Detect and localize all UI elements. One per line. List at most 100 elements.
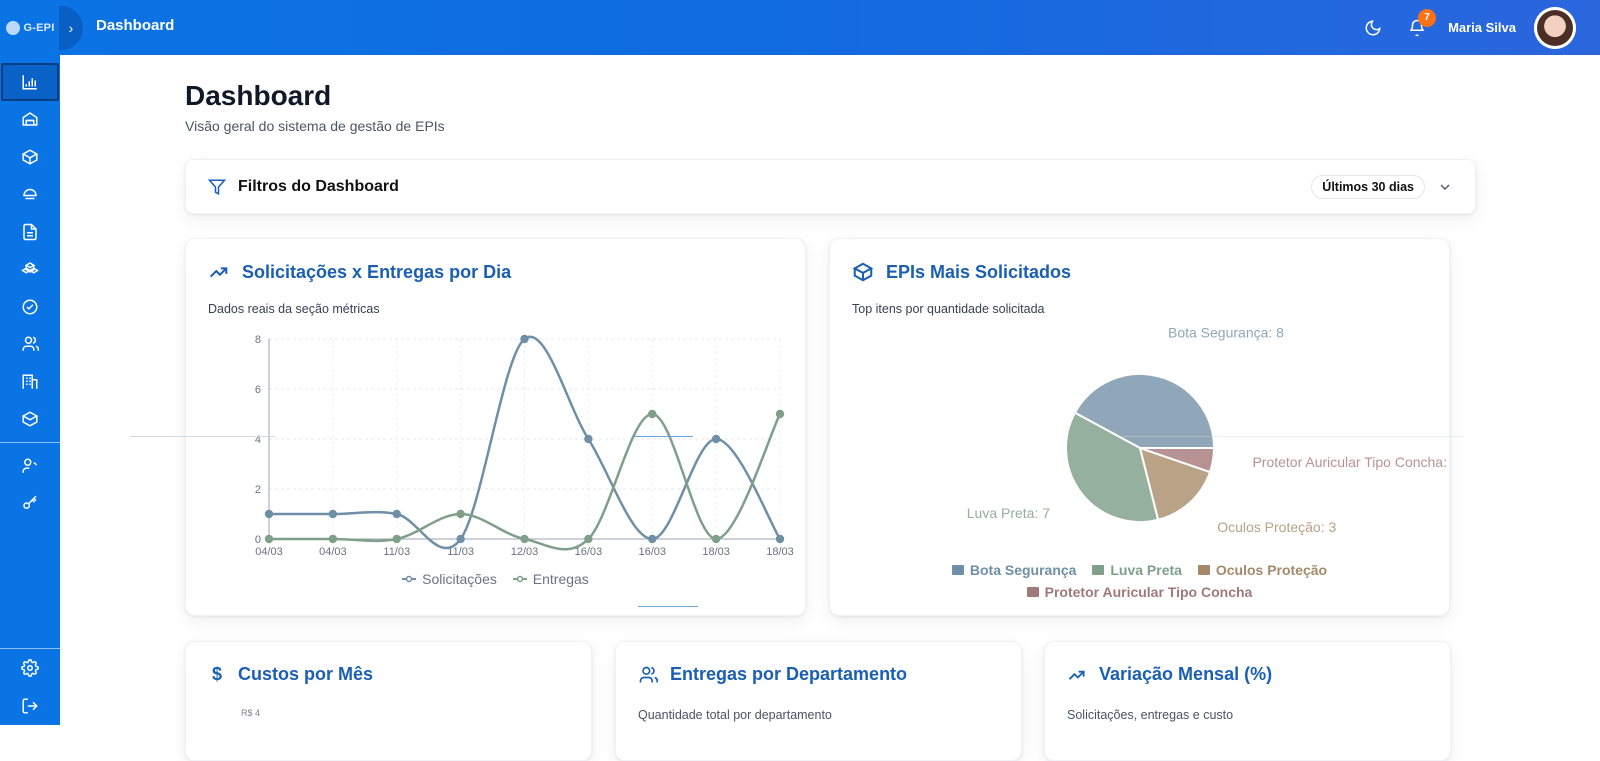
package-icon: [21, 149, 39, 165]
legend-item-protetor[interactable]: Protetor Auricular Tipo Concha: [1026, 581, 1252, 603]
point-solicitacoes[interactable]: [392, 509, 401, 519]
filters-title: Filtros do Dashboard: [238, 177, 399, 195]
line-chart: 0246804/03 04/03 11/03 11/03 12/03 16/03 16/03…: [255, 334, 794, 558]
x-tick-label: 16/03: [638, 546, 666, 558]
logo-mark-icon: [5, 20, 20, 35]
sidebar-item-products[interactable]: [0, 401, 60, 439]
key-icon: [23, 495, 37, 510]
sidebar-item-epis[interactable]: [0, 176, 60, 214]
point-solicitacoes[interactable]: [328, 509, 338, 519]
legend-item-bota[interactable]: Bota Segurança: [951, 559, 1077, 581]
app-logo[interactable]: G-EPI: [0, 0, 60, 55]
sidebar-item-logout[interactable]: [0, 687, 60, 725]
point-entregas[interactable]: [520, 534, 529, 544]
point-solicitacoes[interactable]: [584, 434, 593, 444]
point-entregas[interactable]: [648, 409, 657, 419]
x-tick-label: 16/03: [575, 546, 603, 558]
dashboard-filters: Filtros do Dashboard Últimos 30 dias: [185, 159, 1476, 214]
line-chart-grid: [268, 338, 781, 540]
point-solicitacoes[interactable]: [775, 534, 785, 544]
line-chart-legend: Solicitações Entregas: [186, 571, 805, 587]
card-deliveries-by-department: Entregas por Departamento Quantidade tot…: [615, 641, 1022, 761]
sidebar-bottom: [0, 648, 60, 725]
point-entregas[interactable]: [584, 534, 593, 544]
building-icon: [22, 374, 38, 389]
card-subtitle: Quantidade total por departamento: [638, 708, 832, 722]
x-tick-label: 18/03: [766, 546, 794, 558]
chevron-right-icon: ›: [68, 20, 74, 36]
users-icon: [22, 336, 39, 351]
point-entregas[interactable]: [392, 534, 401, 544]
boxes-icon: [21, 262, 39, 274]
pie-slice-label: Protetor Auricular Tipo Concha: 1: [1252, 454, 1451, 470]
card-title: Variação Mensal (%): [1099, 664, 1273, 684]
card-subtitle: R$ 4: [241, 708, 261, 718]
sidebar-item-settings[interactable]: [0, 649, 60, 687]
bar-chart-icon: [22, 75, 37, 90]
filter-icon: [208, 179, 226, 195]
document-icon: [23, 223, 37, 240]
chevron-down-icon[interactable]: [1437, 179, 1453, 195]
notifications-button[interactable]: 7: [1404, 8, 1437, 41]
sidebar-toggle-button[interactable]: ›: [59, 6, 83, 50]
card-top-epis: EPIs Mais Solicitados Top itens por quan…: [829, 238, 1451, 616]
sidebar-item-documents[interactable]: [0, 213, 60, 251]
legend-label-luva: Luva Preta: [1110, 562, 1182, 578]
sidebar-separator: [0, 442, 60, 443]
pie-chart-legend: Bota Segurança Luva Preta Oculos Proteçã…: [830, 559, 1449, 603]
point-solicitacoes[interactable]: [456, 534, 465, 544]
top-title: Dashboard: [96, 17, 175, 34]
pie-slice-label: Bota Segurança: 8: [1168, 324, 1284, 340]
point-solicitacoes[interactable]: [711, 434, 721, 444]
date-range-select[interactable]: Últimos 30 dias: [1311, 174, 1425, 199]
sidebar-item-inventory[interactable]: [0, 138, 60, 176]
sidebar-item-kits[interactable]: [0, 251, 60, 289]
user-name[interactable]: Maria Silva: [1448, 20, 1516, 35]
main-content: Dashboard Visão geral do sistema de gest…: [60, 55, 1600, 761]
card-title: Entregas por Departamento: [670, 664, 908, 684]
notification-count-badge: 7: [1418, 8, 1437, 27]
sidebar-item-users[interactable]: [0, 326, 60, 364]
x-tick-label: 11/03: [383, 546, 410, 558]
users-icon: [639, 666, 658, 682]
point-entregas[interactable]: [711, 534, 721, 544]
sidebar-item-dashboard[interactable]: [1, 63, 59, 101]
point-solicitacoes[interactable]: [264, 509, 274, 519]
point-solicitacoes[interactable]: [648, 534, 657, 544]
series-line-entregas: [268, 412, 782, 551]
cube-icon: [21, 411, 39, 427]
decorative-artifact-line-blue: [633, 436, 693, 437]
sidebar-item-departments[interactable]: [0, 363, 60, 401]
point-entregas[interactable]: [328, 534, 338, 544]
y-tick-label: 2: [255, 484, 261, 496]
legend-label-bota: Bota Segurança: [969, 562, 1077, 578]
legend-item-oculos[interactable]: Oculos Proteção: [1197, 559, 1327, 581]
legend-item-entregas[interactable]: Entregas: [512, 571, 589, 587]
card-title-row: Variação Mensal (%): [1067, 664, 1272, 685]
sidebar-item-keys[interactable]: [0, 485, 60, 523]
dollar-icon: $: [211, 664, 222, 684]
filters-left: Filtros do Dashboard: [208, 178, 399, 196]
sidebar-item-user-settings[interactable]: [0, 447, 60, 485]
x-tick-label: 04/03: [319, 546, 347, 558]
point-solicitacoes[interactable]: [520, 334, 529, 344]
sidebar-item-approvals[interactable]: [0, 288, 60, 326]
helmet-icon: [23, 189, 37, 200]
legend-line-icon: [512, 575, 527, 583]
legend-item-solicitacoes[interactable]: Solicitações: [402, 571, 497, 587]
user-settings-icon: [22, 458, 37, 473]
decorative-artifact-line: [130, 436, 275, 437]
decorative-artifact-line-2: [1123, 436, 1463, 437]
point-entregas[interactable]: [264, 534, 274, 544]
legend-item-luva[interactable]: Luva Preta: [1092, 559, 1182, 581]
point-entregas[interactable]: [456, 509, 465, 519]
card-subtitle: Solicitações, entregas e custo: [1067, 708, 1234, 722]
moon-icon: [1365, 19, 1381, 35]
user-avatar[interactable]: [1534, 6, 1576, 49]
pie-slice-label: Oculos Proteção: 3: [1217, 519, 1336, 535]
theme-toggle-button[interactable]: [1360, 15, 1386, 41]
x-tick-label: 18/03: [702, 546, 730, 558]
legend-swatch: [1092, 565, 1105, 575]
sidebar-item-warehouse[interactable]: [0, 101, 60, 139]
point-entregas[interactable]: [775, 409, 785, 419]
